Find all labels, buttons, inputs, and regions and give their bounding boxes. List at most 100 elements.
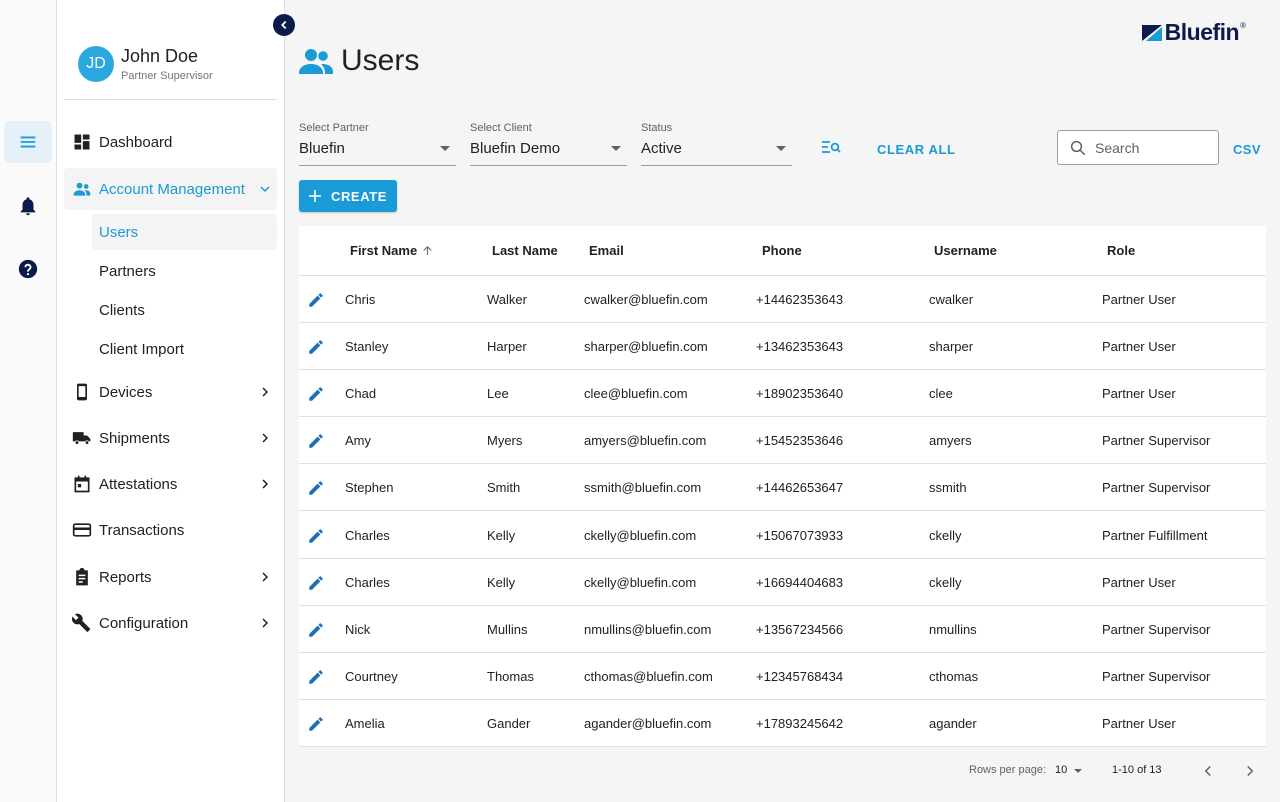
sidebar-divider <box>64 99 277 100</box>
notifications-button[interactable] <box>4 185 52 227</box>
status-label: Status <box>641 122 673 134</box>
select-client-dropdown[interactable]: Select Client Bluefin Demo <box>470 122 627 166</box>
search-icon <box>1070 140 1086 156</box>
table-row[interactable]: Stephen Smith ssmith@bluefin.com +144626536… <box>299 464 1266 512</box>
edit-icon[interactable] <box>307 715 325 733</box>
truck-icon <box>72 428 92 448</box>
cell-email: cwalker@bluefin.com <box>584 292 708 307</box>
column-header-email[interactable]: Email <box>589 243 624 258</box>
cell-last-name: Myers <box>487 433 523 449</box>
sidebar-item-configuration[interactable]: Configuration <box>64 602 277 644</box>
column-header-username[interactable]: Username <box>934 243 997 258</box>
cell-username: cwalker <box>929 292 974 307</box>
sidebar-item-transactions[interactable]: Transactions <box>64 509 277 551</box>
edit-icon[interactable] <box>307 621 325 639</box>
table-row[interactable]: Nick Mullins nmullins@bluefin.com +13567234… <box>299 606 1266 653</box>
cell-phone: +17893245642 <box>756 715 844 731</box>
csv-export-button[interactable]: CSV <box>1233 142 1261 157</box>
chevron-right-icon <box>262 479 269 489</box>
column-header-last-name[interactable]: Last Name <box>492 243 558 258</box>
table-row[interactable]: Chad Lee clee@bluefin.com +18902353640 clee P… <box>299 370 1266 418</box>
brand-registered-mark: ® <box>1240 21 1246 30</box>
column-header-label: First Name <box>350 243 418 258</box>
help-button[interactable] <box>4 248 52 290</box>
clear-all-button[interactable]: CLEAR ALL <box>877 142 956 157</box>
chevron-down-icon <box>260 186 270 193</box>
cell-role: Partner User <box>1102 386 1176 402</box>
plus-icon <box>308 190 321 202</box>
sidebar-item-reports[interactable]: Reports <box>64 556 277 598</box>
table-row[interactable]: Stanley Harper sharper@bluefin.com +1346235… <box>299 323 1266 371</box>
users-table: First Name Last Name Email Phone Usernam… <box>299 226 1266 747</box>
sidebar-item-dashboard[interactable]: Dashboard <box>64 121 277 163</box>
sidebar-item-clients[interactable]: Clients <box>92 292 277 328</box>
cell-phone: +13462353643 <box>756 339 844 355</box>
help-icon <box>18 259 38 279</box>
cell-username: clee <box>929 386 953 402</box>
edit-icon[interactable] <box>307 385 325 403</box>
cell-last-name: Gander <box>487 715 531 731</box>
avatar: JD <box>78 46 114 82</box>
page-header: Users <box>299 44 419 78</box>
edit-icon[interactable] <box>307 338 325 356</box>
table-row[interactable]: Amelia Gander agander@bluefin.com +17893245… <box>299 700 1266 747</box>
search-field[interactable] <box>1057 130 1219 165</box>
table-row[interactable]: Chris Walker cwalker@bluefin.com +144623536… <box>299 276 1266 323</box>
rows-per-page-select[interactable]: 10 <box>1055 764 1067 780</box>
cell-first-name: Amy <box>345 433 371 449</box>
cell-username: ssmith <box>929 480 967 496</box>
collapse-sidebar-button[interactable] <box>273 14 295 36</box>
cell-email: sharper@bluefin.com <box>584 339 708 355</box>
column-header-phone[interactable]: Phone <box>762 243 802 258</box>
table-header: First Name Last Name Email Phone Usernam… <box>299 226 1266 276</box>
cell-phone: +13567234566 <box>756 621 844 637</box>
column-header-role[interactable]: Role <box>1107 243 1135 258</box>
edit-icon[interactable] <box>307 527 325 545</box>
status-dropdown[interactable]: Status Active <box>641 122 792 166</box>
sidebar-item-partners[interactable]: Partners <box>92 253 277 289</box>
sidebar-item-shipments[interactable]: Shipments <box>64 417 277 459</box>
cell-last-name: Mullins <box>487 621 528 637</box>
edit-icon[interactable] <box>307 574 325 592</box>
menu-button[interactable] <box>4 121 52 163</box>
sidebar-item-attestations[interactable]: Attestations <box>64 463 277 505</box>
search-input[interactable] <box>1095 137 1213 159</box>
filter-search-icon[interactable] <box>821 140 841 156</box>
cell-phone: +12345768434 <box>756 668 844 684</box>
sidebar-item-devices[interactable]: Devices <box>64 371 277 413</box>
cell-email: cthomas@bluefin.com <box>584 668 713 684</box>
cell-username: cthomas <box>929 668 979 684</box>
edit-icon[interactable] <box>307 479 325 497</box>
cell-email: ckelly@bluefin.com <box>584 527 697 543</box>
select-partner-dropdown[interactable]: Select Partner Bluefin <box>299 122 456 166</box>
table-row[interactable]: Amy Myers amyers@bluefin.com +15452353646 am… <box>299 417 1266 465</box>
edit-icon[interactable] <box>307 432 325 450</box>
clipboard-icon <box>72 567 92 587</box>
create-user-button[interactable]: CREATE <box>299 180 397 212</box>
cell-last-name: Walker <box>487 292 527 307</box>
sidebar-item-users[interactable]: Users <box>92 214 277 250</box>
chevron-right-icon <box>262 387 269 397</box>
sidebar-item-account-management[interactable]: Account Management <box>64 168 277 210</box>
user-profile: JD John Doe Partner Supervisor <box>78 44 278 84</box>
table-row[interactable]: Charles Kelly ckelly@bluefin.com +150670739… <box>299 512 1266 559</box>
select-client-label: Select Client <box>470 122 532 134</box>
previous-page-button[interactable] <box>1199 762 1217 780</box>
next-page-button[interactable] <box>1241 762 1259 780</box>
cell-role: Partner User <box>1102 339 1176 355</box>
phone-icon <box>72 382 92 402</box>
cell-first-name: Amelia <box>345 715 385 731</box>
column-header-first-name[interactable]: First Name <box>350 243 434 258</box>
table-row[interactable]: Courtney Thomas cthomas@bluefin.com +123457… <box>299 653 1266 700</box>
edit-icon[interactable] <box>307 291 325 309</box>
cell-role: Partner User <box>1102 292 1176 307</box>
cell-last-name: Smith <box>487 480 521 496</box>
page-title: Users <box>341 44 420 77</box>
cell-first-name: Nick <box>345 621 371 637</box>
cell-email: clee@bluefin.com <box>584 386 688 402</box>
edit-icon[interactable] <box>307 668 325 686</box>
cell-email: nmullins@bluefin.com <box>584 621 712 637</box>
cell-last-name: Harper <box>487 339 527 355</box>
table-row[interactable]: Charles Kelly ckelly@bluefin.com +166944046… <box>299 559 1266 606</box>
sidebar-item-client-import[interactable]: Client Import <box>92 331 277 367</box>
